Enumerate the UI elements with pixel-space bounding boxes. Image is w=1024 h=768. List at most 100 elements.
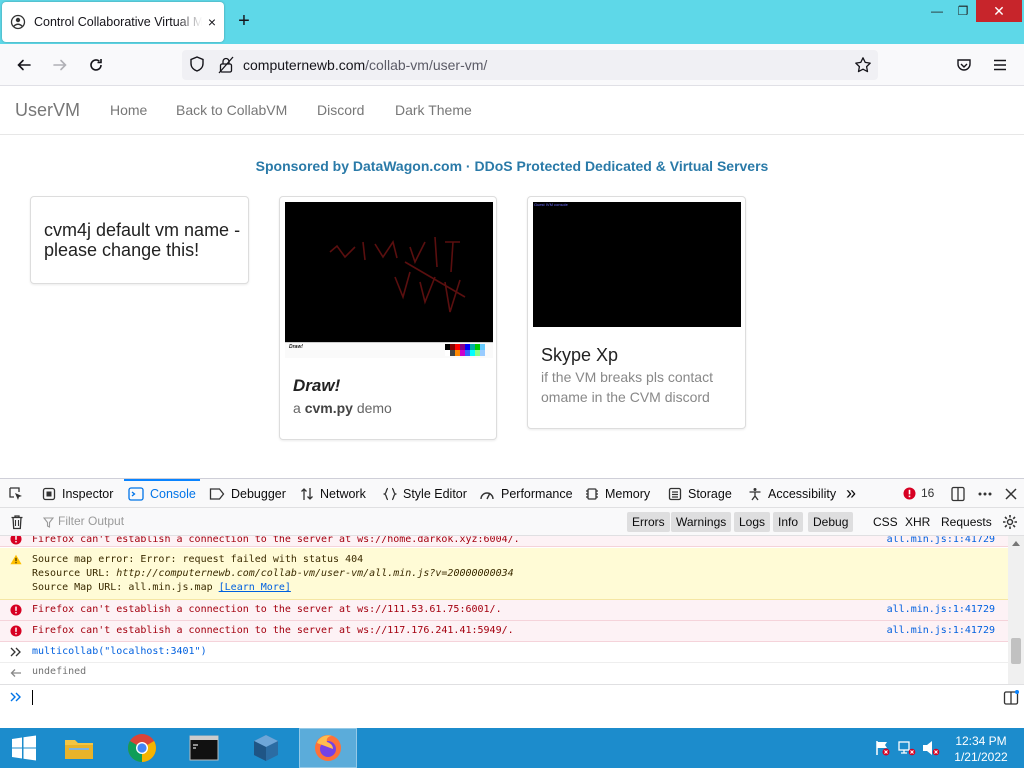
console-result: undefined: [0, 663, 1008, 684]
console-message-error: Firefox can't establish a connection to …: [0, 600, 1008, 621]
network-status-icon[interactable]: [898, 740, 916, 756]
filter-logs-button[interactable]: Logs: [734, 512, 771, 532]
sponsor-banner[interactable]: Sponsored by DataWagon.com · DDoS Protec…: [0, 158, 1024, 174]
forward-button[interactable]: [48, 53, 72, 77]
vm-card-title: cvm4j default vm name - please change th…: [44, 220, 241, 260]
scroll-up-icon[interactable]: [1012, 540, 1020, 546]
message-source-link[interactable]: all.min.js:1:41729: [887, 625, 995, 636]
result-arrow-icon: [10, 669, 21, 677]
tab-console[interactable]: Console: [124, 479, 200, 508]
taskbar-virtualbox[interactable]: [237, 728, 295, 768]
console-settings-gear-icon[interactable]: [1002, 514, 1018, 530]
vm-card-draw[interactable]: Draw! Draw! a cvm.py demo: [279, 196, 497, 440]
tab-performance[interactable]: Performance: [479, 479, 573, 508]
tab-memory[interactable]: Memory: [585, 479, 650, 508]
scroll-thumb[interactable]: [1011, 638, 1021, 664]
error-icon: [903, 487, 916, 499]
tab-inspector[interactable]: Inspector: [42, 479, 113, 508]
site-navbar: UserVM Home Back to CollabVM Discord Dar…: [0, 87, 1024, 135]
pick-element-icon[interactable]: [8, 486, 24, 502]
editor-mode-icon[interactable]: [1003, 690, 1019, 706]
window-maximize-button[interactable]: ❐: [948, 0, 978, 22]
new-tab-button[interactable]: +: [232, 10, 256, 34]
tab-style-editor[interactable]: Style Editor: [383, 479, 467, 508]
action-center-flag-icon[interactable]: [874, 740, 890, 756]
more-options-icon[interactable]: [977, 486, 993, 502]
error-count-badge[interactable]: 16: [903, 486, 934, 500]
filter-info-button[interactable]: Info: [773, 512, 804, 532]
message-text: Firefox can't establish a connection to …: [32, 536, 520, 545]
tab-close-icon[interactable]: ×: [208, 14, 216, 30]
vm-card-subtitle: if the VM breaks pls contact omame in th…: [541, 369, 713, 405]
console-scrollbar[interactable]: [1008, 536, 1024, 684]
tab-label: Memory: [605, 486, 651, 501]
filter-css-button[interactable]: CSS: [868, 512, 903, 532]
tab-storage[interactable]: Storage: [668, 479, 732, 508]
color-palette-icon: [445, 344, 485, 356]
vm-card-cvm4j[interactable]: cvm4j default vm name - please change th…: [30, 196, 249, 284]
draw-toolbar-label: Draw!: [289, 344, 303, 350]
warning-line-3: Source Map URL: all.min.js.map [Learn Mo…: [32, 582, 291, 593]
close-devtools-icon[interactable]: [1003, 486, 1019, 502]
clock-date: 1/21/2022: [954, 750, 1008, 764]
subtitle-bold: cvm.py: [304, 400, 353, 416]
firefox-icon: [315, 735, 341, 761]
resource-url-label: Resource URL:: [32, 568, 117, 579]
taskbar-command-prompt[interactable]: [175, 728, 233, 768]
filter-debug-button[interactable]: Debug: [808, 512, 854, 532]
tab-debugger[interactable]: Debugger: [209, 479, 286, 508]
trash-icon[interactable]: [10, 514, 24, 530]
nav-link-back-to-collabvm[interactable]: Back to CollabVM: [176, 102, 287, 118]
console-output[interactable]: Firefox can't establish a connection to …: [0, 536, 1008, 684]
message-source-link[interactable]: all.min.js:1:41729: [887, 604, 995, 615]
system-clock[interactable]: 12:34 PM 1/21/2022: [948, 733, 1014, 765]
browser-tab[interactable]: Control Collaborative Virtual Machine ×: [2, 2, 224, 42]
bookmark-star-icon[interactable]: [854, 56, 872, 74]
connection-info-icon[interactable]: [218, 56, 234, 74]
filter-warnings-button[interactable]: Warnings: [671, 512, 732, 532]
message-source-link[interactable]: all.min.js:1:41729: [887, 536, 995, 545]
url-text[interactable]: computernewb.com/collab-vm/user-vm/: [243, 57, 487, 73]
tab-network[interactable]: Network: [300, 479, 366, 508]
tab-label: Performance: [501, 486, 573, 501]
learn-more-link[interactable]: [Learn More]: [219, 582, 291, 593]
start-button[interactable]: [0, 728, 48, 768]
vm-thumbnail: Guest IVM console: [533, 202, 741, 327]
nav-link-home[interactable]: Home: [110, 102, 147, 118]
hamburger-menu-icon: [994, 59, 1006, 71]
volume-muted-icon[interactable]: [922, 740, 940, 756]
console-message-error: Firefox can't establish a connection to …: [0, 536, 1008, 547]
subtitle-prefix: a: [293, 400, 305, 416]
back-button[interactable]: [12, 53, 36, 77]
drawing-scribble-icon: [329, 236, 466, 313]
nav-link-discord[interactable]: Discord: [317, 102, 364, 118]
tab-accessibility[interactable]: Accessibility: [748, 479, 836, 508]
taskbar-firefox[interactable]: [299, 728, 357, 768]
filter-requests-button[interactable]: Requests: [936, 512, 997, 532]
vm-screen: [285, 202, 493, 342]
forward-arrow-icon: [53, 59, 67, 71]
pocket-button[interactable]: [952, 53, 976, 77]
dock-options-icon[interactable]: [950, 486, 966, 502]
back-arrow-icon: [17, 59, 31, 71]
clock-time: 12:34 PM: [955, 734, 1007, 748]
console-input[interactable]: [0, 684, 1024, 712]
tracking-shield-icon[interactable]: [188, 55, 206, 73]
url-bar[interactable]: computernewb.com/collab-vm/user-vm/: [182, 50, 878, 80]
reload-button[interactable]: [84, 53, 108, 77]
site-brand[interactable]: UserVM: [15, 100, 80, 121]
filter-xhr-button[interactable]: XHR: [900, 512, 935, 532]
vm-card-skype-xp[interactable]: Guest IVM console Skype Xp if the VM bre…: [527, 196, 746, 429]
taskbar-file-explorer[interactable]: [50, 728, 108, 768]
app-menu-button[interactable]: [988, 53, 1012, 77]
vm-thumbnail: Draw!: [285, 202, 493, 358]
taskbar-chrome[interactable]: [113, 728, 171, 768]
filter-output-input[interactable]: Filter Output: [58, 514, 124, 528]
debugger-icon: [209, 487, 225, 500]
terminal-icon: [189, 735, 219, 761]
filter-errors-button[interactable]: Errors: [627, 512, 670, 532]
more-tools-button[interactable]: »: [846, 479, 856, 508]
window-close-button[interactable]: ✕: [976, 0, 1022, 22]
tab-label: Console: [150, 486, 196, 501]
nav-link-dark-theme[interactable]: Dark Theme: [395, 102, 472, 118]
